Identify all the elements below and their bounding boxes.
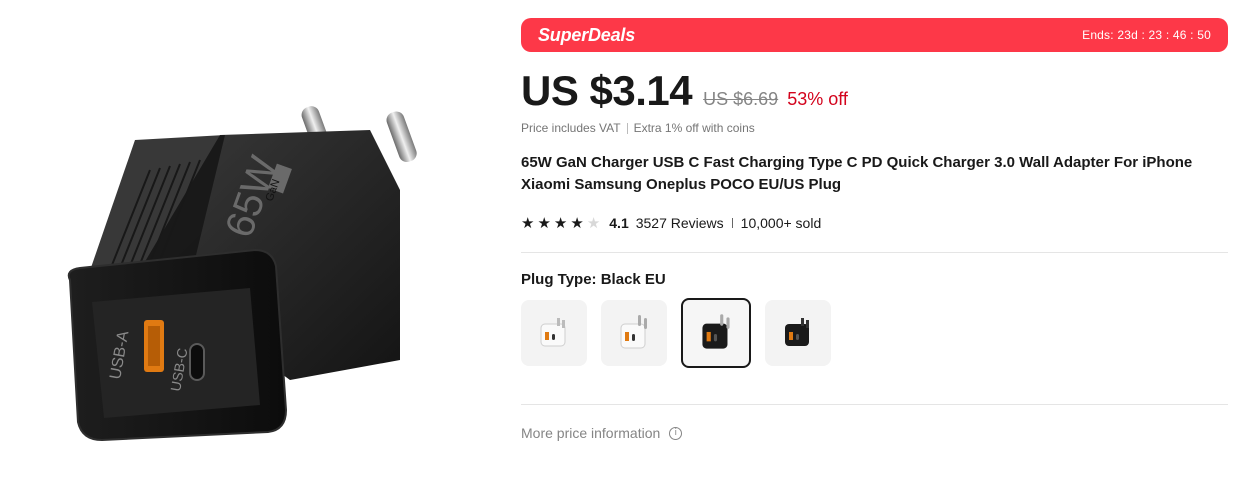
charger-product-image: USB-A USB-C 65W GaN [67,106,417,442]
plug-options [521,298,1228,368]
superdeals-banner[interactable]: SuperDeals Ends: 23d : 23 : 46 : 50 [521,18,1228,52]
product-title: 65W GaN Charger USB C Fast Charging Type… [521,154,1193,193]
plug-type-label: Plug Type: Black EU [521,271,666,288]
black-us-charger-icon [785,318,809,346]
product-info: SuperDeals Ends: 23d : 23 : 46 : 50 US $… [521,18,1228,441]
info-icon[interactable]: i [669,426,683,440]
plug-option-black-eu[interactable] [681,298,751,368]
reviews-count[interactable]: 3527 Reviews [636,215,724,231]
price-note: Price includes VAT Extra 1% off with coi… [521,121,1228,135]
superdeals-logo: SuperDeals [538,24,636,45]
black-eu-charger-icon [702,314,730,349]
price-row: US $3.14 US $6.69 53% off [521,67,1228,114]
white-eu-charger-icon [620,315,647,349]
original-price: US $6.69 [703,89,779,109]
sold-count: 10,000+ sold [740,215,822,231]
more-price-info-link[interactable]: More price information i [521,425,1228,441]
star-icon: ★ [521,214,535,232]
vat-note: Price includes VAT [521,121,621,135]
plug-option-white-us[interactable] [521,300,587,366]
plug-option-black-us[interactable] [765,300,831,366]
plug-option-white-eu[interactable] [601,300,667,366]
star-empty-icon: ★ [586,214,601,232]
star-rating: ★ ★ ★ ★ ★ [521,216,600,231]
product-image[interactable]: USB-A USB-C 65W GaN [40,80,440,450]
rating-row[interactable]: ★ ★ ★ ★ ★ 4.1 3527 Reviews 10,000+ sold [521,213,1228,233]
coins-note: Extra 1% off with coins [633,121,755,135]
discount-badge: 53% off [787,89,848,109]
rating-value: 4.1 [609,215,629,231]
star-icon: ★ [537,214,551,232]
note-separator [626,122,628,134]
star-icon: ★ [570,214,584,232]
divider [521,404,1228,405]
more-price-info-label: More price information [521,425,661,441]
current-price: US $3.14 [521,67,693,114]
divider [521,252,1228,253]
rating-separator [731,218,733,228]
star-icon: ★ [553,214,568,232]
white-us-charger-icon [540,318,566,347]
deal-countdown: Ends: 23d : 23 : 46 : 50 [1082,28,1211,42]
